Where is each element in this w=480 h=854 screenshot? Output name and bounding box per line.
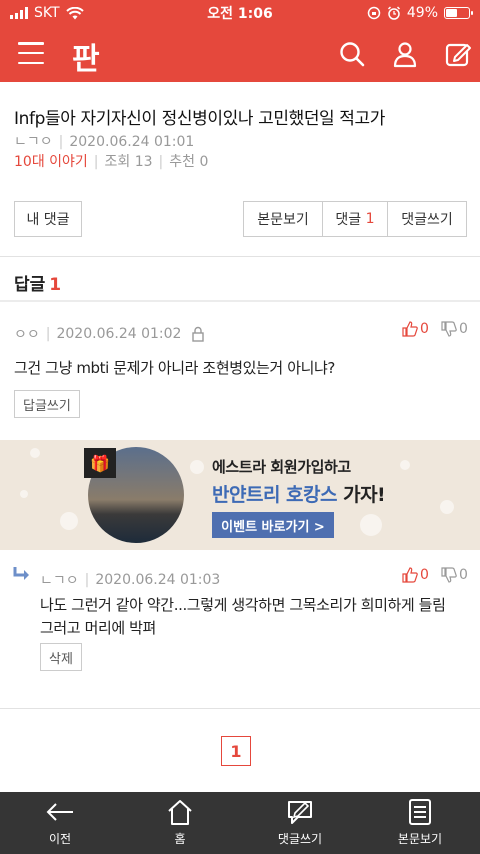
upvote-button[interactable]: 0 xyxy=(402,321,429,337)
reply-arrow-icon xyxy=(13,567,29,580)
reply-text-line2: 그러고 머리에 박펴 xyxy=(40,619,156,637)
bottom-nav: 이전 홈 댓글쓰기 본문보기 xyxy=(0,792,480,854)
comment-meta: ㅇㅇ | 2020.06.24 01:02 xyxy=(14,324,205,344)
ad-line2-suffix: 가자! xyxy=(336,484,386,506)
comments-label: 댓글 xyxy=(335,212,362,228)
battery-percent: 49% xyxy=(406,5,438,21)
reply-downvote-count: 0 xyxy=(459,567,468,583)
lock-icon xyxy=(192,326,205,342)
post-title: Infp들아 자기자신이 정신병이있나 고민했던일 적고가 xyxy=(14,109,386,129)
downvote-count: 0 xyxy=(459,321,468,337)
divider xyxy=(0,708,480,709)
back-tab-label: 이전 xyxy=(48,832,72,846)
comment-datetime: 2020.06.24 01:02 xyxy=(56,326,182,342)
status-bar: SKT 오전 1:06 49% xyxy=(0,0,480,26)
write-comment-tab[interactable]: 댓글쓰기 xyxy=(240,792,360,854)
alarm-icon xyxy=(387,6,400,20)
document-icon xyxy=(409,799,431,825)
comment-write-icon xyxy=(288,801,312,824)
downvote-button[interactable]: 0 xyxy=(441,321,468,337)
reply-write-button[interactable]: 답글쓰기 xyxy=(14,390,80,418)
divider xyxy=(0,256,480,257)
thumbs-down-icon xyxy=(441,321,457,337)
upvote-count: 0 xyxy=(420,321,429,337)
ad-banner[interactable]: 🎁 에스트라 회원가입하고 반얀트리 호캉스 가자! 이벤트 바로가기 > xyxy=(0,440,480,550)
battery-icon xyxy=(444,7,473,19)
write-comment-tab-label: 댓글쓰기 xyxy=(277,832,323,846)
home-tab-label: 홈 xyxy=(174,832,186,846)
thumbs-down-icon xyxy=(441,567,457,583)
post-views: 조회 13 xyxy=(104,154,153,170)
back-tab[interactable]: 이전 xyxy=(0,792,120,854)
thumbs-up-icon xyxy=(402,567,418,583)
comments-count-button[interactable]: 댓글 1 xyxy=(322,201,388,237)
gift-icon: 🎁 xyxy=(84,448,116,478)
thumbs-up-icon xyxy=(402,321,418,337)
view-post-tab-label: 본문보기 xyxy=(397,832,443,846)
divider xyxy=(0,300,480,302)
hamburger-menu-icon[interactable] xyxy=(18,42,44,64)
replies-label: 답글 xyxy=(14,275,46,295)
my-comments-button[interactable]: 내 댓글 xyxy=(14,201,82,237)
pann-logo[interactable]: 판 xyxy=(72,34,100,78)
post-datetime: 2020.06.24 01:01 xyxy=(69,134,195,150)
post-meta: ㄴㄱㅇ | 2020.06.24 01:01 xyxy=(14,134,195,150)
replies-count: 1 xyxy=(49,275,62,295)
reply-downvote-button[interactable]: 0 xyxy=(441,567,468,583)
comments-count: 1 xyxy=(365,211,375,227)
ad-highlight: 반얀트리 호캉스 xyxy=(212,484,337,506)
app-header: 판 xyxy=(0,26,480,82)
page-number-current[interactable]: 1 xyxy=(221,736,251,766)
view-post-button[interactable]: 본문보기 xyxy=(243,201,323,237)
comment-author[interactable]: ㅇㅇ xyxy=(14,324,40,344)
reply-upvote-count: 0 xyxy=(420,567,429,583)
post-category[interactable]: 10대 이야기 xyxy=(14,154,88,170)
post-author[interactable]: ㄴㄱㅇ xyxy=(14,134,53,150)
view-post-tab[interactable]: 본문보기 xyxy=(360,792,480,854)
ad-cta-button[interactable]: 이벤트 바로가기 > xyxy=(212,512,334,538)
user-icon[interactable] xyxy=(391,40,419,68)
reply-text-line1: 나도 그런거 같아 약간...그렇게 생각하면 그목소리가 희미하게 들림 xyxy=(40,596,446,614)
ad-line1: 에스트라 회원가입하고 xyxy=(212,458,351,476)
compose-icon[interactable] xyxy=(444,40,472,68)
comment-text: 그건 그냥 mbti 문제가 아니라 조현병있는거 아니냐? xyxy=(14,359,335,377)
write-comment-button[interactable]: 댓글쓰기 xyxy=(387,201,467,237)
replies-header: 답글 1 xyxy=(14,270,61,295)
rotation-lock-icon xyxy=(367,6,381,20)
reply-datetime: 2020.06.24 01:03 xyxy=(95,572,221,588)
back-arrow-icon xyxy=(46,803,73,821)
reply-upvote-button[interactable]: 0 xyxy=(402,567,429,583)
search-icon[interactable] xyxy=(338,40,366,68)
home-icon xyxy=(168,800,192,825)
reply-meta: ㄴㄱㅇ | 2020.06.24 01:03 xyxy=(40,570,221,590)
ad-line2: 반얀트리 호캉스 가자! xyxy=(212,480,386,507)
home-tab[interactable]: 홈 xyxy=(120,792,240,854)
post-stats: 10대 이야기 | 조회 13 | 추천 0 xyxy=(14,154,209,170)
post-likes: 추천 0 xyxy=(169,154,209,170)
reply-author[interactable]: ㄴㄱㅇ xyxy=(40,570,79,590)
delete-button[interactable]: 삭제 xyxy=(40,643,82,671)
